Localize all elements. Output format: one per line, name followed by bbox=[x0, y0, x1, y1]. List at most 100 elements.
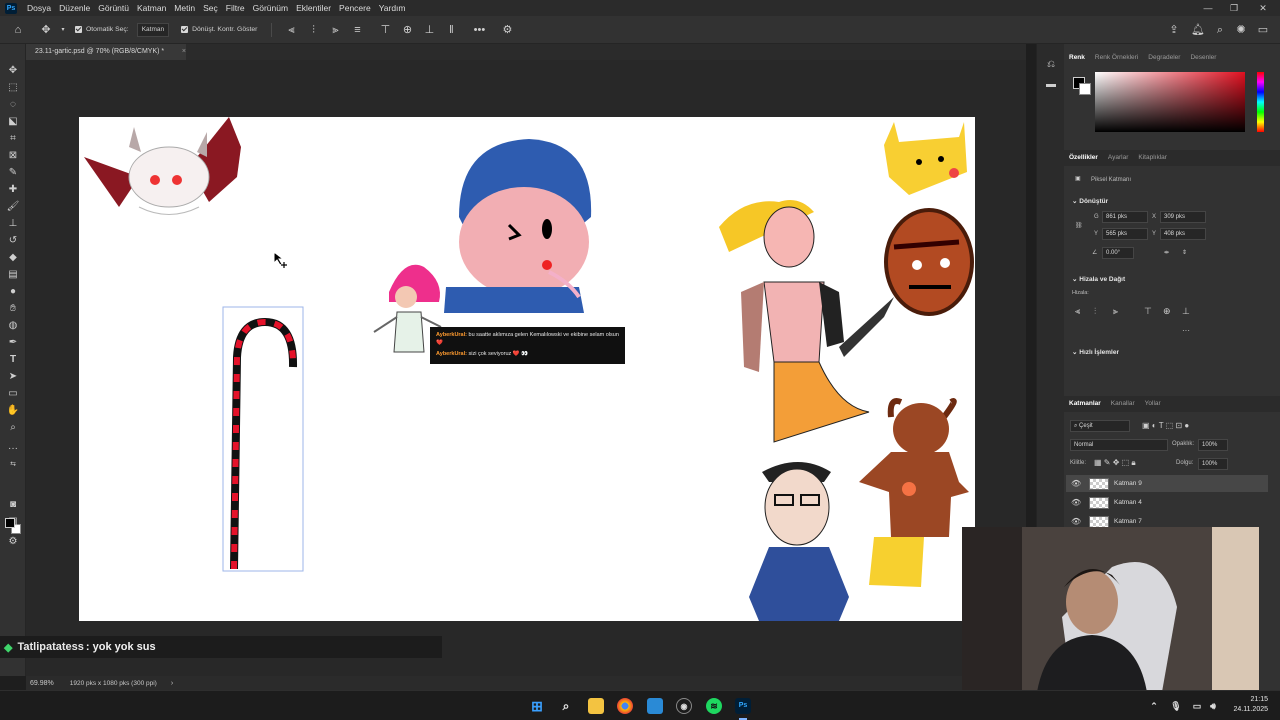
hue-slider[interactable] bbox=[1257, 72, 1264, 132]
zoom-tool-icon[interactable]: ⌕ bbox=[4, 420, 22, 435]
hand-tool-icon[interactable]: ✋ bbox=[4, 403, 22, 418]
gradient-tool-icon[interactable]: ▤ bbox=[4, 267, 22, 282]
align-middle-icon[interactable]: ⊕ bbox=[1163, 306, 1171, 317]
align-left-icon[interactable]: ⫷ bbox=[1075, 306, 1080, 317]
windows-start-icon[interactable]: ⊞ bbox=[529, 698, 545, 714]
file-explorer-icon[interactable] bbox=[588, 698, 604, 714]
object-selection-icon[interactable]: ⬕ bbox=[4, 114, 22, 129]
obs-icon[interactable]: ◉ bbox=[676, 698, 692, 714]
layer-row[interactable]: 👁︎ Katman 9 bbox=[1066, 475, 1268, 492]
chevron-right-icon[interactable]: › bbox=[171, 680, 173, 687]
volume-icon[interactable]: 🔊︎ bbox=[1205, 698, 1221, 714]
quick-actions-section-title[interactable]: ⌄ Hızlı İşlemler bbox=[1072, 348, 1119, 356]
microphone-icon[interactable]: 🎙︎ bbox=[1168, 698, 1184, 714]
tab-yollar[interactable]: Yollar bbox=[1140, 396, 1166, 412]
search-icon[interactable]: ⌕ bbox=[1211, 21, 1229, 39]
more-options-icon[interactable]: ··· bbox=[1182, 326, 1190, 335]
zoom-level[interactable]: 69.98% bbox=[30, 680, 54, 687]
align-right-edges-icon[interactable]: ⫸ bbox=[326, 21, 344, 39]
photoshop-taskbar-icon[interactable]: Ps bbox=[735, 698, 751, 714]
brush-tool-icon[interactable]: 🖌︎ bbox=[4, 199, 22, 214]
tab-kanallar[interactable]: Kanallar bbox=[1106, 396, 1140, 412]
menu-duzenle[interactable]: Düzenle bbox=[55, 0, 94, 16]
link-icon[interactable]: ⛓ bbox=[1075, 222, 1083, 229]
eyedropper-icon[interactable]: ✎ bbox=[4, 165, 22, 180]
lasso-tool-icon[interactable]: ◌ bbox=[4, 97, 22, 112]
chrome-icon[interactable] bbox=[617, 698, 633, 714]
eye-icon[interactable]: 👁︎ bbox=[1071, 517, 1085, 526]
layer-filter-dropdown[interactable]: ⌕ Çeşit bbox=[1070, 420, 1130, 432]
checkbox-icon[interactable] bbox=[75, 26, 82, 33]
close-icon[interactable]: ✕ bbox=[1250, 0, 1276, 16]
menu-goruntu[interactable]: Görüntü bbox=[94, 0, 133, 16]
pen-tool-icon[interactable]: ✒ bbox=[4, 335, 22, 350]
auto-select-target-dropdown[interactable]: Katman bbox=[136, 22, 170, 37]
x-field[interactable]: 309 pks bbox=[1160, 211, 1206, 223]
opacity-field[interactable]: 100% bbox=[1198, 439, 1228, 451]
menu-sec[interactable]: Seç bbox=[199, 0, 222, 16]
tab-ayarlar[interactable]: Ayarlar bbox=[1103, 150, 1133, 166]
search-icon[interactable]: ⌕ bbox=[558, 698, 574, 714]
more-options-icon[interactable]: ••• bbox=[470, 21, 488, 39]
photoshop-logo[interactable]: Ps bbox=[5, 2, 17, 14]
rectangle-tool-icon[interactable]: ▭ bbox=[4, 386, 22, 401]
eye-icon[interactable]: 👁︎ bbox=[1071, 498, 1085, 507]
minimize-icon[interactable]: — bbox=[1195, 0, 1221, 16]
color-picker-field[interactable] bbox=[1095, 72, 1245, 132]
flip-horizontal-icon[interactable]: ⇹ bbox=[1164, 249, 1169, 256]
tab-degradeler[interactable]: Degradeler bbox=[1143, 50, 1185, 66]
history-icon[interactable]: ⎌ bbox=[1044, 58, 1058, 72]
photos-icon[interactable] bbox=[647, 698, 663, 714]
clone-stamp-icon[interactable]: ⊥ bbox=[4, 216, 22, 231]
workspace-icon[interactable]: ▭ bbox=[1254, 21, 1272, 39]
transform-controls-checkbox[interactable]: Dönüşt. Kontr. Göster bbox=[181, 26, 257, 33]
blend-mode-dropdown[interactable]: Normal bbox=[1070, 439, 1168, 451]
menu-gorunum[interactable]: Görünüm bbox=[249, 0, 292, 16]
menu-yardim[interactable]: Yardım bbox=[375, 0, 410, 16]
background-color-swatch[interactable] bbox=[1079, 83, 1091, 95]
lock-icons[interactable]: ▦ ✎ ✥ ⬚ 🔒︎ bbox=[1094, 458, 1136, 468]
eraser-tool-icon[interactable]: ◆ bbox=[4, 250, 22, 265]
more-tools-icon[interactable]: ··· bbox=[4, 441, 22, 456]
auto-select-checkbox[interactable]: Otomatik Seç: bbox=[75, 26, 129, 33]
chevron-down-icon[interactable]: ▾ bbox=[59, 21, 67, 39]
align-bottom-edges-icon[interactable]: ⊥ bbox=[420, 21, 438, 39]
distribute-icon[interactable]: ≡ bbox=[348, 21, 366, 39]
fill-field[interactable]: 100% bbox=[1198, 458, 1228, 470]
history-brush-icon[interactable]: ↺ bbox=[4, 233, 22, 248]
spotify-icon[interactable]: ≋ bbox=[706, 698, 722, 714]
height-field[interactable]: 565 pks bbox=[1102, 228, 1148, 240]
edit-toolbar-icon[interactable]: ⚙ bbox=[4, 534, 22, 549]
marquee-tool-icon[interactable]: ⬚ bbox=[4, 80, 22, 95]
align-section-title[interactable]: ⌄ Hizala ve Dağıt bbox=[1072, 275, 1125, 283]
align-vertical-centers-icon[interactable]: ⊕ bbox=[398, 21, 416, 39]
tab-katmanlar[interactable]: Katmanlar bbox=[1064, 396, 1106, 412]
default-colors-icon[interactable]: ⇆ bbox=[4, 457, 22, 472]
tab-renk-ornekleri[interactable]: Renk Örnekleri bbox=[1090, 50, 1143, 66]
align-right-icon[interactable]: ⫸ bbox=[1113, 306, 1118, 317]
close-tab-icon[interactable]: × bbox=[182, 44, 186, 60]
dodge-tool-icon[interactable]: ✋︎ bbox=[4, 301, 22, 316]
align-center-icon[interactable]: ⫶ bbox=[1094, 306, 1096, 317]
crop-tool-icon[interactable]: ⌗ bbox=[4, 131, 22, 146]
comments-icon[interactable]: ▬ bbox=[1044, 78, 1058, 92]
tab-desenler[interactable]: Desenler bbox=[1185, 50, 1221, 66]
layer-row[interactable]: 👁︎ Katman 4 bbox=[1066, 494, 1268, 511]
gear-icon[interactable]: ⚙ bbox=[498, 21, 516, 39]
distribute-vertical-icon[interactable]: ‖ bbox=[442, 21, 460, 39]
blur-tool-icon[interactable]: ● bbox=[4, 284, 22, 299]
clock[interactable]: 21:15 24.11.2025 bbox=[1222, 695, 1268, 715]
maximize-icon[interactable]: ❐ bbox=[1221, 0, 1247, 16]
menu-dosya[interactable]: Dosya bbox=[23, 0, 55, 16]
network-icon[interactable]: ▭ bbox=[1189, 698, 1205, 714]
chevron-up-icon[interactable]: ⌃ bbox=[1146, 698, 1162, 714]
quick-mask-icon[interactable]: ◙ bbox=[4, 497, 22, 512]
align-top-icon[interactable]: ⊤ bbox=[1144, 306, 1152, 317]
flip-vertical-icon[interactable]: ⇕ bbox=[1182, 249, 1187, 256]
bell-icon[interactable]: 🔔︎ bbox=[1189, 21, 1207, 39]
align-left-edges-icon[interactable]: ⫷ bbox=[282, 21, 300, 39]
align-top-edges-icon[interactable]: ⊤ bbox=[376, 21, 394, 39]
transform-section-title[interactable]: ⌄ Dönüştür bbox=[1072, 197, 1108, 205]
sponge-icon[interactable]: ◍ bbox=[4, 318, 22, 333]
align-bottom-icon[interactable]: ⊥ bbox=[1182, 306, 1190, 317]
